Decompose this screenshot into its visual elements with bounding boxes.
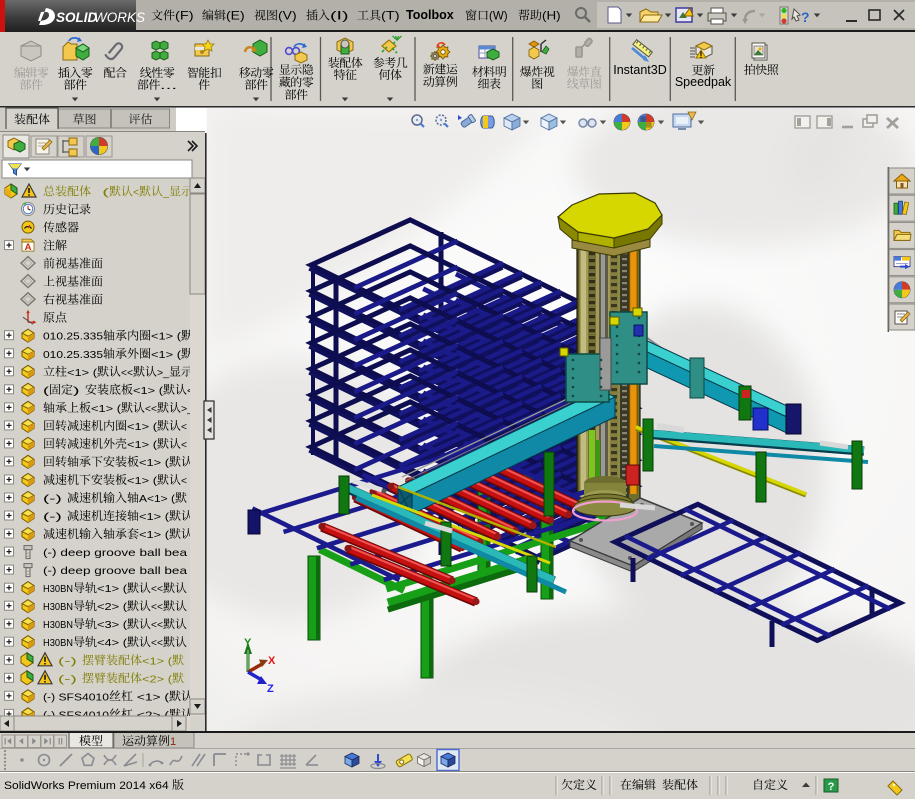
svg-text:!: !	[700, 50, 703, 60]
svg-text:(-): (-)	[43, 493, 67, 505]
svg-text:<1> (: <1> (	[142, 655, 173, 667]
svg-text:Instant3D: Instant3D	[613, 63, 667, 77]
svg-text:<2> (: <2> (	[97, 601, 128, 613]
svg-text:(T): (T)	[381, 9, 400, 23]
svg-text:<<: <<	[121, 367, 133, 379]
svg-text:?: ?	[828, 781, 835, 793]
svg-text:<: <	[181, 439, 187, 451]
svg-text:): )	[73, 385, 85, 397]
svg-text:(E): (E)	[226, 9, 245, 23]
svg-text:(F): (F)	[175, 9, 194, 23]
svg-text:(H): (H)	[542, 9, 561, 23]
svg-text:<1> (: <1> (	[67, 367, 98, 379]
svg-text:H30BN: H30BN	[43, 637, 73, 649]
svg-text:H30BN: H30BN	[43, 619, 73, 631]
svg-text:<<: <<	[151, 637, 163, 649]
svg-text:<1> (: <1> (	[151, 331, 182, 343]
svg-text:<1> (: <1> (	[127, 439, 158, 451]
svg-text:X: X	[268, 655, 276, 667]
svg-text:<<: <<	[151, 619, 163, 631]
svg-text:<1> (: <1> (	[139, 511, 170, 523]
svg-text:SolidWorks Premium 2014 x64: SolidWorks Premium 2014 x64	[4, 780, 172, 792]
svg-text:<: <	[181, 475, 187, 487]
svg-text:Speedpak: Speedpak	[675, 75, 732, 89]
svg-text:>_: >_	[157, 367, 169, 379]
svg-text:SOLID: SOLID	[56, 10, 98, 25]
svg-text:Y: Y	[244, 637, 252, 649]
svg-text:Z: Z	[267, 683, 274, 695]
svg-text:<1> (: <1> (	[139, 457, 170, 469]
svg-text:(-) SFS4010: (-) SFS4010	[43, 691, 109, 703]
svg-text:<1> (: <1> (	[127, 475, 158, 487]
svg-text:<1> (: <1> (	[139, 529, 170, 541]
svg-text:<3> (: <3> (	[97, 619, 128, 631]
svg-text:_: _	[162, 187, 169, 199]
svg-text:<1> (: <1> (	[133, 385, 164, 397]
svg-text:<<: <<	[145, 403, 157, 415]
svg-text:010.25.335: 010.25.335	[43, 331, 103, 343]
svg-text:(-): (-)	[43, 511, 67, 523]
svg-text:WORKS: WORKS	[94, 10, 145, 25]
svg-text:H30BN: H30BN	[43, 583, 73, 595]
svg-text:<1> (: <1> (	[151, 349, 182, 361]
svg-text:A<1> (: A<1> (	[139, 493, 176, 505]
svg-text:(-): (-)	[58, 655, 82, 667]
svg-text:...: ...	[160, 80, 177, 92]
svg-text:?: ?	[801, 9, 810, 25]
svg-text:(V): (V)	[278, 9, 297, 23]
svg-text:<<: <<	[151, 583, 163, 595]
svg-text:<1> (: <1> (	[127, 421, 158, 433]
svg-text:A: A	[25, 242, 32, 253]
svg-text:Toolbox: Toolbox	[406, 8, 454, 22]
svg-text:<1> (: <1> (	[91, 403, 122, 415]
svg-text:<1> (: <1> (	[133, 691, 170, 703]
svg-text:(-) deep groove ball bea: (-) deep groove ball bea	[43, 565, 187, 577]
svg-text:(-) deep groove ball bea: (-) deep groove ball bea	[43, 547, 187, 559]
svg-text:<1> (: <1> (	[97, 583, 128, 595]
svg-text:(I): (I)	[330, 9, 349, 23]
svg-text:(: (	[91, 187, 110, 199]
svg-text:<4> (: <4> (	[97, 637, 128, 649]
svg-text:(-): (-)	[58, 673, 82, 685]
svg-text:(: (	[43, 385, 50, 397]
svg-text:<<: <<	[151, 601, 163, 613]
svg-text:010.25.335: 010.25.335	[43, 349, 103, 361]
svg-text:<: <	[181, 421, 187, 433]
svg-text:<: <	[133, 187, 139, 199]
svg-text:(W): (W)	[489, 9, 508, 23]
svg-text:<2> (: <2> (	[142, 673, 173, 685]
svg-text:H30BN: H30BN	[43, 601, 73, 613]
svg-text:1: 1	[170, 736, 176, 748]
